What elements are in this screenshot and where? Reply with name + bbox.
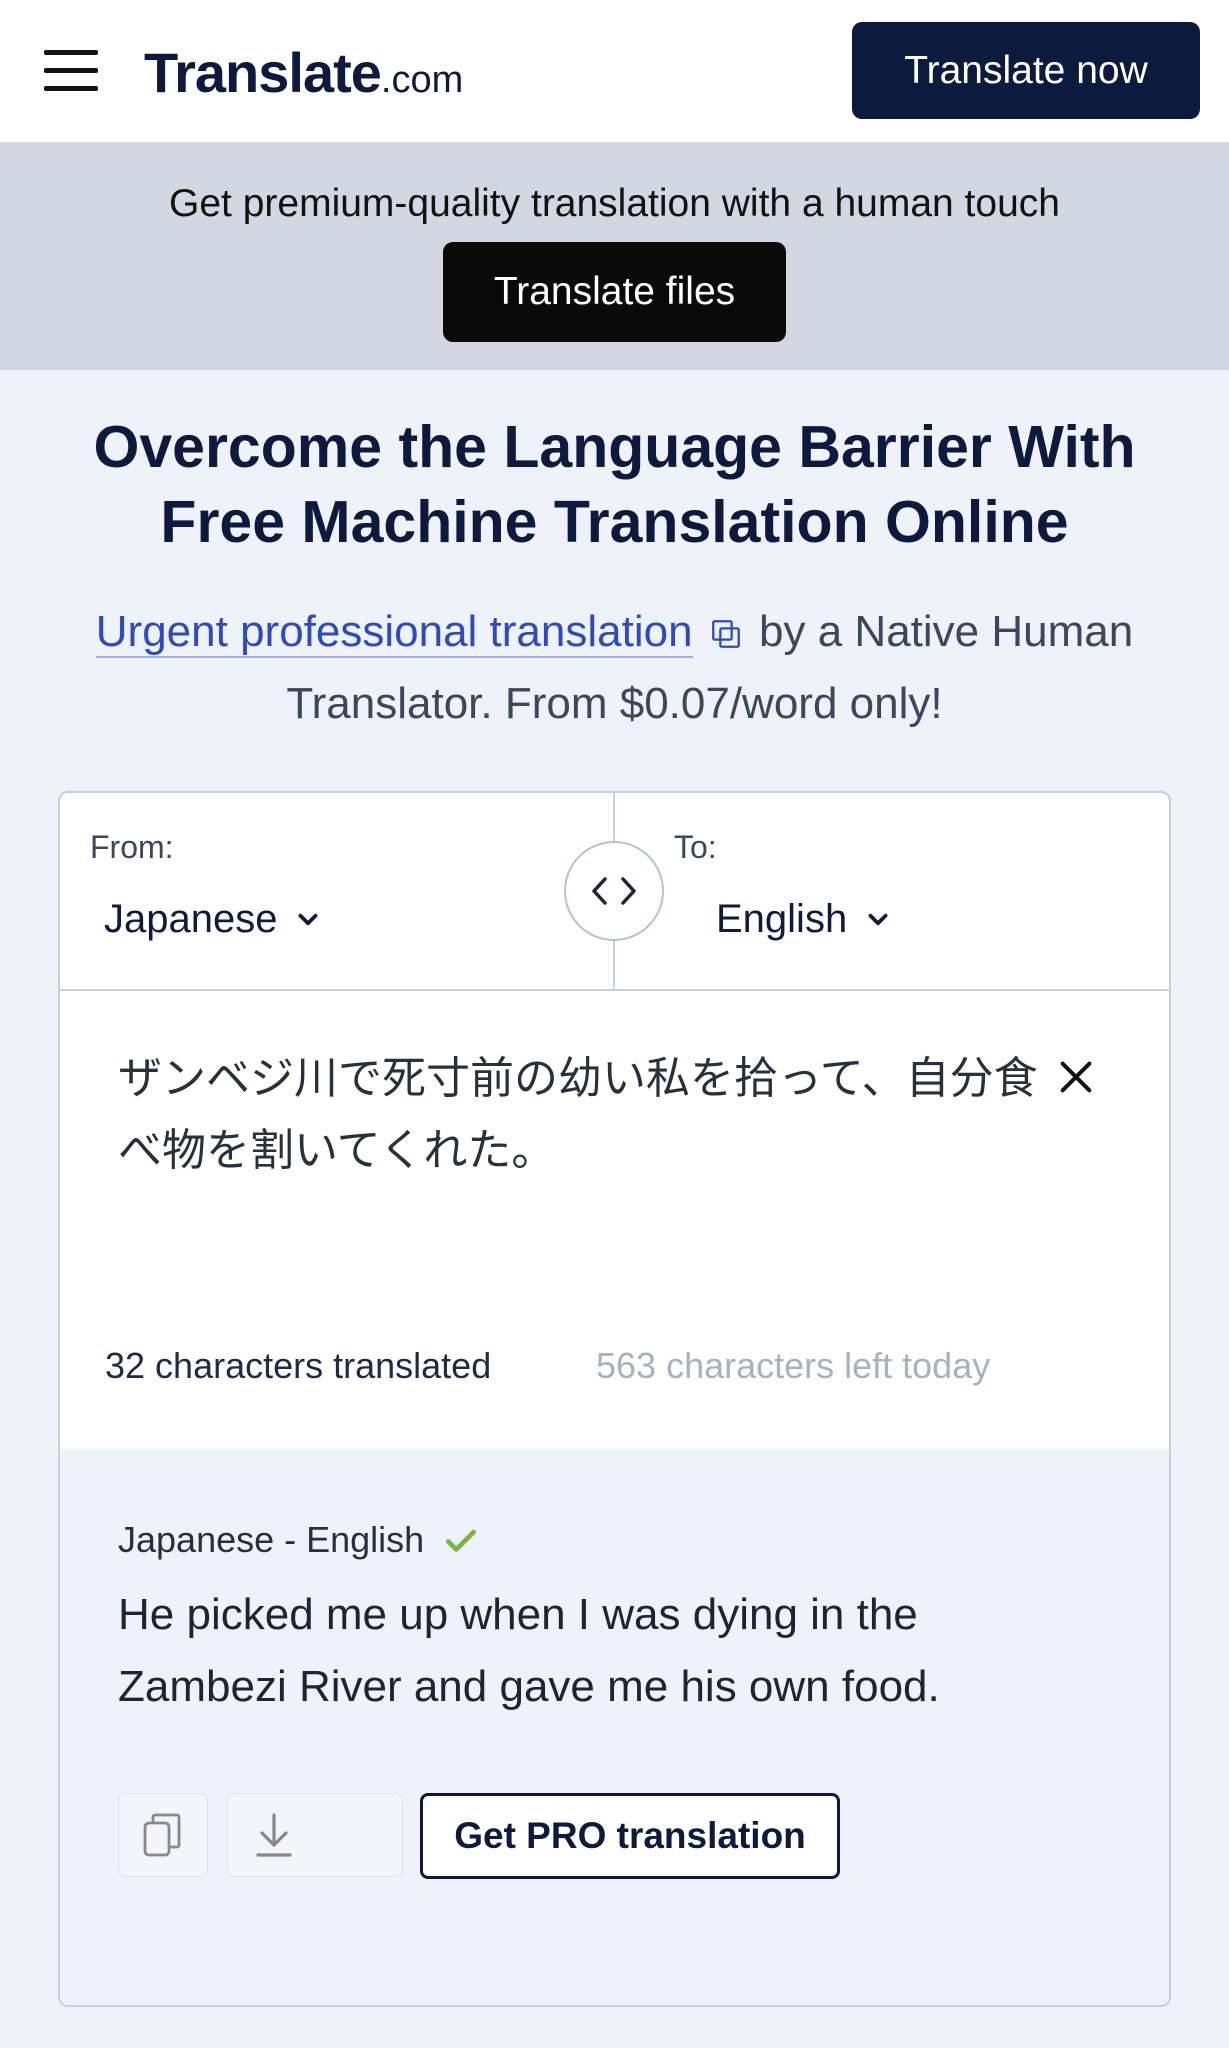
promo-banner: Get premium-quality translation with a h…: [0, 142, 1229, 370]
language-pair-text: Japanese - English: [118, 1519, 425, 1560]
top-navigation-bar: Translate.com Translate now: [0, 0, 1229, 142]
get-pro-translation-button[interactable]: Get PRO translation: [420, 1793, 840, 1879]
language-selector-row: From: Japanese To: English: [60, 793, 1169, 991]
hamburger-menu-icon[interactable]: [44, 50, 98, 92]
urgent-translation-link[interactable]: Urgent professional translation: [95, 607, 693, 658]
subheadline: Urgent professional translation by a Nat…: [40, 596, 1189, 740]
swap-languages-button[interactable]: [564, 841, 664, 941]
copy-icon: [143, 1813, 181, 1857]
translator-panel: From: Japanese To: English ザンベジ川で死寸前の幼い私…: [58, 791, 1171, 2007]
swap-arrows-icon: [592, 877, 636, 905]
source-language-select[interactable]: Japanese: [104, 897, 321, 942]
site-logo[interactable]: Translate.com: [144, 40, 463, 105]
urgent-translation-link-text: Urgent professional translation: [95, 607, 693, 656]
download-icon: [256, 1813, 292, 1857]
language-pair-label: Japanese - English: [118, 1519, 480, 1561]
target-language-select[interactable]: English: [716, 897, 891, 942]
logo-domain-text: .com: [380, 59, 464, 101]
translation-output-area: Japanese - English He picked me up when …: [60, 1449, 1169, 2005]
chevron-down-icon: [868, 913, 888, 925]
target-language-value: English: [716, 897, 848, 941]
download-button[interactable]: [227, 1793, 403, 1877]
translate-now-button[interactable]: Translate now: [852, 22, 1200, 119]
external-link-icon[interactable]: [709, 617, 743, 651]
copy-button[interactable]: [118, 1793, 208, 1877]
chevron-down-icon: [299, 913, 318, 925]
headline-line-1: Overcome the Language Barrier With: [93, 414, 1136, 480]
characters-translated-count: 32 characters translated: [105, 1345, 492, 1386]
logo-main-text: Translate: [144, 41, 382, 104]
page-headline: Overcome the Language Barrier With Free …: [30, 410, 1199, 560]
source-language-value: Japanese: [104, 897, 278, 941]
to-label: To:: [674, 829, 717, 865]
promo-text: Get premium-quality translation with a h…: [169, 182, 1060, 225]
headline-line-2: Free Machine Translation Online: [160, 489, 1069, 555]
characters-left-count: 563 characters left today: [596, 1345, 991, 1386]
from-label: From:: [90, 829, 174, 865]
source-text-area[interactable]: ザンベジ川で死寸前の幼い私を拾って、自分食べ物を割いてくれた。 32 chara…: [60, 993, 1169, 1449]
translate-files-button[interactable]: Translate files: [443, 242, 786, 342]
translation-output-text: He picked me up when I was dying in the …: [118, 1590, 940, 1711]
close-icon[interactable]: [1056, 1057, 1096, 1097]
checkmark-icon: [446, 1529, 477, 1552]
source-text-input[interactable]: ザンベジ川で死寸前の幼い私を拾って、自分食べ物を割いてくれた。: [118, 1043, 1078, 1187]
